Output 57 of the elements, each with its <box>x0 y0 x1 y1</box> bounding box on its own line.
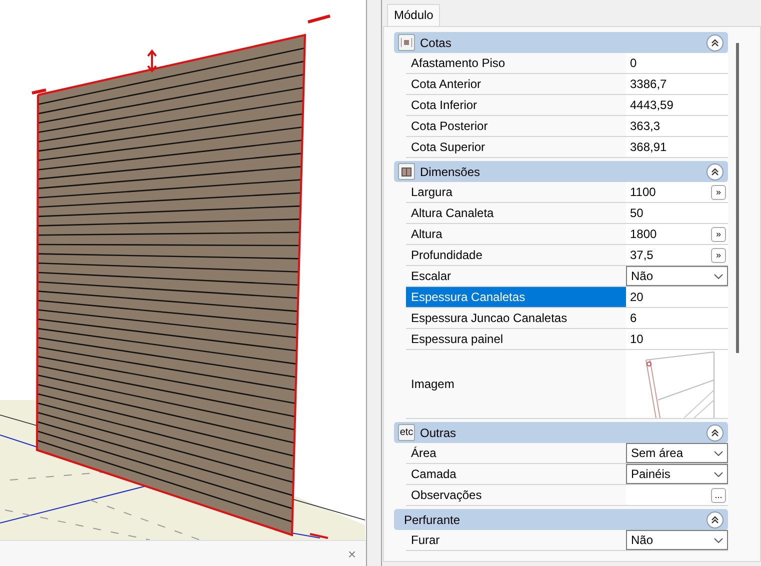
value-field[interactable]: 0 <box>630 56 637 70</box>
property-label[interactable]: Altura <box>406 224 626 244</box>
property-label[interactable]: Afastamento Piso <box>406 53 626 73</box>
property-label[interactable]: Camada <box>406 464 626 484</box>
close-button[interactable]: × <box>346 546 358 560</box>
dropdown[interactable]: Painéis <box>626 464 728 484</box>
collapse-icon[interactable] <box>706 34 724 52</box>
property-label[interactable]: Espessura Canaletas <box>406 287 626 307</box>
property-label[interactable]: Observações <box>406 485 626 505</box>
section-title: Outras <box>419 426 458 440</box>
chevron-down-icon <box>714 472 723 476</box>
expand-button[interactable]: » <box>711 184 726 200</box>
property-label[interactable]: Escalar <box>406 266 626 286</box>
chevron-down-icon <box>714 450 723 456</box>
property-label[interactable]: Cota Superior <box>406 137 626 157</box>
ellipsis-button[interactable]: ... <box>711 488 726 502</box>
section-header[interactable]: etc Outras <box>394 422 728 443</box>
scrollbar-thumb[interactable] <box>736 43 738 353</box>
value-field[interactable]: 20 <box>630 290 644 304</box>
tab[interactable]: Módulo <box>387 4 440 26</box>
dropdown[interactable]: Não <box>626 530 728 550</box>
section-title: Perfurante <box>403 512 462 526</box>
collapse-icon[interactable] <box>706 162 724 180</box>
property-label[interactable]: Cota Inferior <box>406 95 626 115</box>
dimension-icon <box>398 34 415 51</box>
value-field[interactable]: 6 <box>630 311 637 325</box>
value-field[interactable]: 1100 <box>630 185 656 199</box>
section-header[interactable]: Perfurante <box>394 509 728 530</box>
property-label[interactable]: Imagem <box>406 350 626 418</box>
etc-icon: etc <box>398 424 415 441</box>
property-label[interactable]: Profundidade <box>406 245 626 265</box>
collapse-icon[interactable] <box>706 510 724 528</box>
property-label[interactable]: Cota Anterior <box>406 74 626 94</box>
dropdown[interactable]: Sem área <box>626 443 728 463</box>
property-label[interactable]: Cota Posterior <box>406 116 626 136</box>
chevron-down-icon <box>714 538 723 542</box>
property-label[interactable]: Espessura painel <box>406 329 626 349</box>
dropdown[interactable]: Não <box>626 266 728 286</box>
property-label[interactable]: Altura Canaleta <box>406 203 626 223</box>
chevron-down-icon <box>714 274 723 278</box>
value-field[interactable]: 50 <box>630 206 644 220</box>
property-label[interactable]: Espessura Juncao Canaletas <box>406 308 626 328</box>
section-header[interactable]: Dimensões <box>394 161 728 182</box>
value-field[interactable]: 37,5 <box>630 248 654 262</box>
value-field[interactable]: ... <box>626 485 728 505</box>
expand-button[interactable]: » <box>711 226 726 242</box>
value-field[interactable]: 10 <box>630 332 644 346</box>
section-title: Dimensões <box>419 164 482 178</box>
property-label[interactable]: Largura <box>406 182 626 202</box>
property-label[interactable]: Furar <box>406 530 626 550</box>
section-title: Cotas <box>419 36 452 50</box>
property-label[interactable]: Área <box>406 443 626 463</box>
expand-button[interactable]: » <box>711 248 726 262</box>
value-field[interactable]: 1800 <box>630 227 657 241</box>
cabinet-icon <box>398 163 415 180</box>
collapse-icon[interactable] <box>706 424 724 442</box>
section-header[interactable]: Cotas <box>394 32 728 53</box>
